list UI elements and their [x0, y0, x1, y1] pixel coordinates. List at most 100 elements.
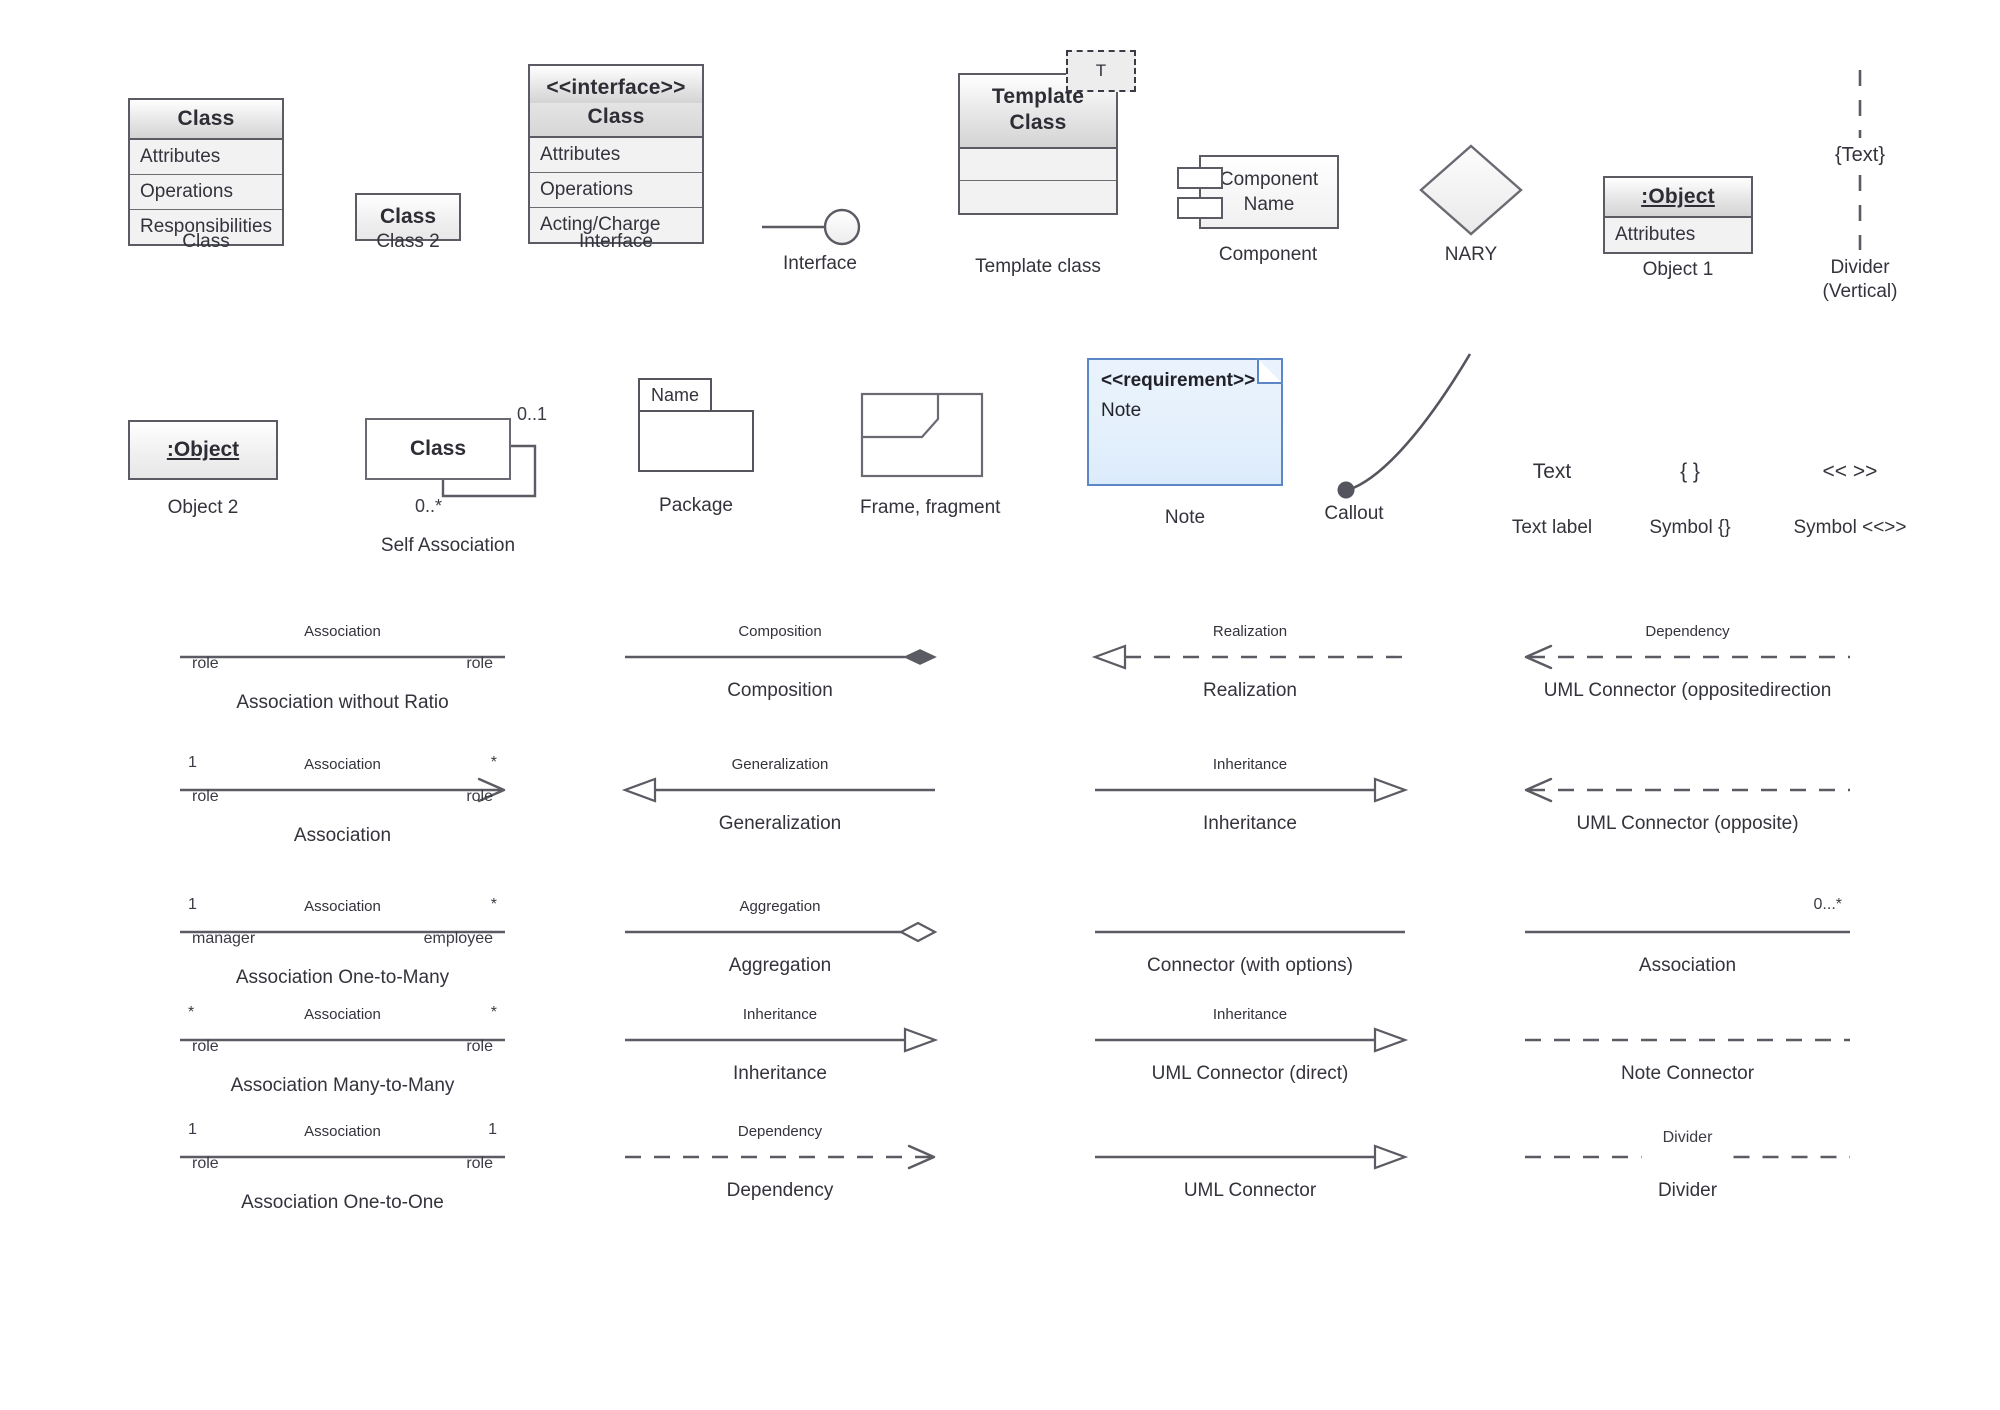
connector-uml-connector-opposite[interactable]: UML Connector (opposite): [1524, 777, 1850, 848]
connector-line-icon: [625, 1144, 936, 1170]
connector-multiplicity-left: 1: [188, 754, 197, 771]
connector-association[interactable]: Association 1 * role role Association: [180, 754, 506, 848]
connector-association-many-to-many[interactable]: Association * * role role Association Many-to…: [180, 1004, 505, 1098]
connector-note-connector[interactable]: Note Connector: [1525, 1028, 1850, 1098]
template-class-box[interactable]: Template Class: [958, 73, 1118, 215]
package-body[interactable]: [638, 410, 754, 472]
caption-interface: Interface: [579, 231, 653, 252]
connector-composition[interactable]: Composition Composition: [625, 623, 937, 715]
object2-box[interactable]: :Object: [128, 420, 278, 480]
shape-class-full[interactable]: Class Attributes Operations Responsibili…: [128, 98, 284, 252]
connector-multiplicity-left: 1: [188, 896, 197, 913]
connector-multiplicity-right: *: [490, 754, 497, 771]
connector-edge-label: Association: [304, 623, 381, 640]
connector-role-left: role: [192, 1038, 219, 1055]
template-class-row-2: [960, 181, 1116, 213]
object1-title: :Object: [1641, 185, 1715, 208]
caption-divider-vertical: Divider (Vertical): [1790, 256, 1930, 304]
shape-nary[interactable]: NARY: [1415, 140, 1527, 265]
shape-class-2[interactable]: Class Class 2: [355, 193, 461, 252]
shape-object-2[interactable]: :Object Object 2: [128, 420, 278, 518]
connector-inheritance[interactable]: Inheritance Inheritance: [1095, 756, 1409, 848]
shape-callout[interactable]: Callout: [1324, 352, 1510, 524]
template-parameter-label: T: [1095, 61, 1107, 80]
connector-connector-with-options[interactable]: Connector (with options): [1095, 920, 1405, 990]
shape-note[interactable]: <<requirement>> Note Note: [1087, 358, 1287, 528]
template-parameter-box[interactable]: T: [1066, 50, 1136, 92]
connector-association-one-to-one[interactable]: Association 1 1 role role Association One-to-…: [180, 1121, 505, 1215]
component-port-top: [1177, 167, 1223, 189]
frame-fragment-icon[interactable]: [860, 392, 984, 478]
connector-uml-connector-oppositedirection[interactable]: Dependency UML Connector (oppositedirecti…: [1524, 623, 1850, 715]
connector-edge-label: Association: [304, 756, 381, 773]
connector-line-icon: [1525, 1155, 1850, 1159]
connector-caption: Inheritance: [1202, 813, 1297, 834]
connector-association-one-to-many[interactable]: Association 1 * manager employee Association …: [180, 896, 505, 990]
connector-divider[interactable]: Divider Divider: [1525, 1129, 1850, 1215]
connector-line-icon: [180, 655, 505, 659]
object1-box[interactable]: :Object Attributes: [1603, 176, 1753, 254]
shape-symbol-braces[interactable]: { } Symbol {}: [1625, 460, 1755, 538]
self-association-loop-icon: [441, 444, 537, 498]
connector-caption: UML Connector (oppositedirection: [1543, 680, 1832, 701]
connector-uml-connector[interactable]: UML Connector: [1095, 1144, 1409, 1215]
object2-title: :Object: [166, 438, 240, 461]
connector-realization[interactable]: Realization Realization: [1091, 623, 1405, 715]
callout-icon[interactable]: [1330, 352, 1500, 499]
connector-edge-label: Inheritance: [742, 1006, 818, 1023]
class-header: Class: [130, 100, 282, 140]
connector-caption: Divider: [1657, 1180, 1718, 1201]
connector-line-icon: [1091, 644, 1405, 670]
connector-role-left: role: [192, 655, 219, 672]
symbol-guillemets-sample[interactable]: << >>: [1775, 460, 1925, 484]
connector-caption: Association without Ratio: [236, 692, 449, 713]
connector-dependency[interactable]: Dependency Dependency: [625, 1123, 936, 1215]
connector-multiplicity-right: 1: [488, 1121, 497, 1138]
symbol-braces-sample[interactable]: { }: [1625, 460, 1755, 484]
note-box[interactable]: <<requirement>> Note: [1087, 358, 1283, 486]
package-tab[interactable]: Name: [638, 378, 712, 410]
interface-header: Class: [530, 103, 702, 138]
connector-association-without-ratio[interactable]: Association role role Association without R…: [180, 623, 505, 715]
caption-symbol-braces: Symbol {}: [1649, 517, 1731, 538]
class-row-operations: Operations: [130, 175, 282, 210]
connector-multiplicity-left: *: [188, 1004, 195, 1021]
connector-aggregation[interactable]: Aggregation Aggregation: [625, 898, 938, 990]
connector-role-right: role: [466, 655, 493, 672]
connector-line-icon: [180, 1155, 505, 1159]
connector-edge-label: Aggregation: [739, 898, 821, 915]
connector-multiplicity-right: *: [490, 1004, 497, 1021]
connector-uml-connector-direct[interactable]: Inheritance UML Connector (direct): [1095, 1006, 1409, 1098]
component-port-bottom: [1177, 197, 1223, 219]
shape-interface[interactable]: <<interface>> Class Attributes Operation…: [528, 64, 704, 252]
interface-row-operations: Operations: [530, 173, 702, 208]
connector-role-right: role: [466, 1155, 493, 1172]
connector-edge-label: Inheritance: [1212, 1006, 1288, 1023]
interface-box[interactable]: <<interface>> Class Attributes Operation…: [528, 64, 704, 244]
connector-role-left: role: [192, 1155, 219, 1172]
connector-line-icon: [1095, 777, 1409, 803]
connector-role-right: role: [466, 788, 493, 805]
shape-interface-lollipop[interactable]: Interface: [760, 190, 900, 274]
interface-row-attributes: Attributes: [530, 138, 702, 173]
text-label-sample[interactable]: Text: [1487, 460, 1617, 484]
shape-symbol-guillemets[interactable]: << >> Symbol <<>>: [1775, 460, 1925, 538]
class-box[interactable]: Class Attributes Operations Responsibili…: [128, 98, 284, 246]
connector-multiplicity-right: *: [490, 896, 497, 913]
package-tab-label: Name: [650, 384, 699, 405]
connector-line-icon: [1524, 644, 1850, 670]
connector-generalization[interactable]: Generalization Generalization: [621, 756, 935, 848]
lollipop-icon[interactable]: [760, 190, 880, 246]
connector-line-icon: [1095, 1144, 1409, 1170]
nary-diamond-icon[interactable]: [1415, 140, 1527, 240]
connector-line-icon: [1095, 930, 1405, 934]
connector-association[interactable]: 0...* Association: [1525, 896, 1850, 990]
connector-inheritance[interactable]: Inheritance Inheritance: [625, 1006, 939, 1098]
connector-caption: UML Connector: [1183, 1180, 1317, 1201]
shape-object-1[interactable]: :Object Attributes Object 1: [1603, 176, 1753, 280]
connector-line-icon: [625, 649, 937, 665]
shape-text-label[interactable]: Text Text label: [1487, 460, 1617, 538]
self-association-mult-bottom: 0..*: [415, 496, 443, 516]
shape-divider-vertical[interactable]: {Text} Divider (Vertical): [1790, 70, 1930, 302]
shape-frame-fragment[interactable]: Frame, fragment: [860, 392, 1030, 518]
